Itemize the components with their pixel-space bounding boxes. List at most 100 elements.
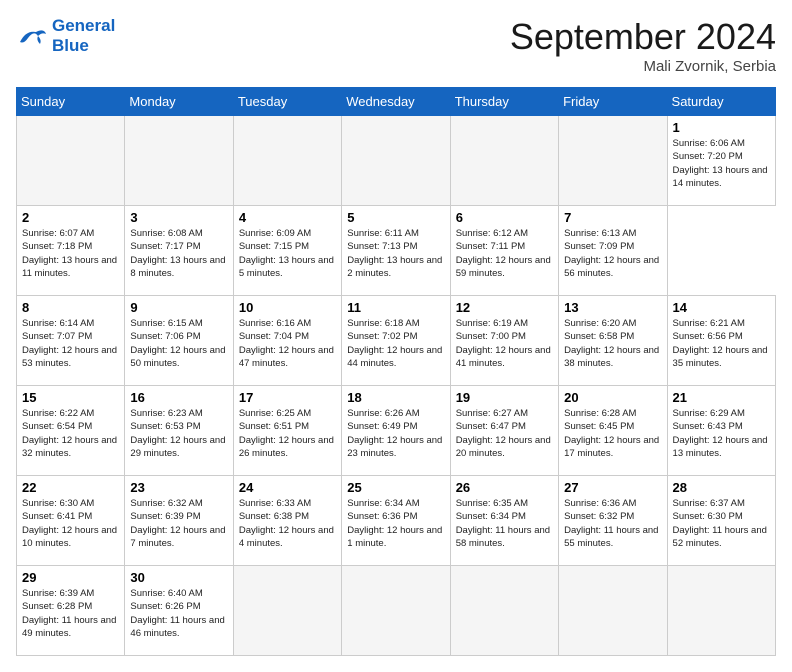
day-info: Sunrise: 6:20 AM Sunset: 6:58 PM Dayligh… [564, 317, 661, 370]
day-cell: 24 Sunrise: 6:33 AM Sunset: 6:38 PM Dayl… [233, 476, 341, 566]
day-cell [233, 566, 341, 656]
day-info: Sunrise: 6:25 AM Sunset: 6:51 PM Dayligh… [239, 407, 336, 460]
day-cell: 7 Sunrise: 6:13 AM Sunset: 7:09 PM Dayli… [559, 206, 667, 296]
day-info: Sunrise: 6:27 AM Sunset: 6:47 PM Dayligh… [456, 407, 553, 460]
day-number: 21 [673, 390, 770, 405]
empty-cell [17, 116, 125, 206]
week-row: 1 Sunrise: 6:06 AM Sunset: 7:20 PM Dayli… [17, 116, 776, 206]
week-row: 29 Sunrise: 6:39 AM Sunset: 6:28 PM Dayl… [17, 566, 776, 656]
day-info: Sunrise: 6:19 AM Sunset: 7:00 PM Dayligh… [456, 317, 553, 370]
weekday-header-row: SundayMondayTuesdayWednesdayThursdayFrid… [17, 88, 776, 116]
day-info: Sunrise: 6:32 AM Sunset: 6:39 PM Dayligh… [130, 497, 227, 550]
day-number: 7 [564, 210, 661, 225]
day-cell: 14 Sunrise: 6:21 AM Sunset: 6:56 PM Dayl… [667, 296, 775, 386]
day-info: Sunrise: 6:22 AM Sunset: 6:54 PM Dayligh… [22, 407, 119, 460]
day-info: Sunrise: 6:33 AM Sunset: 6:38 PM Dayligh… [239, 497, 336, 550]
day-number: 13 [564, 300, 661, 315]
logo-text: General Blue [52, 16, 115, 57]
day-cell: 27 Sunrise: 6:36 AM Sunset: 6:32 PM Dayl… [559, 476, 667, 566]
day-info: Sunrise: 6:37 AM Sunset: 6:30 PM Dayligh… [673, 497, 770, 550]
day-cell: 1 Sunrise: 6:06 AM Sunset: 7:20 PM Dayli… [667, 116, 775, 206]
day-info: Sunrise: 6:34 AM Sunset: 6:36 PM Dayligh… [347, 497, 444, 550]
month-title: September 2024 [510, 16, 776, 58]
day-number: 29 [22, 570, 119, 585]
day-number: 24 [239, 480, 336, 495]
day-cell: 20 Sunrise: 6:28 AM Sunset: 6:45 PM Dayl… [559, 386, 667, 476]
day-info: Sunrise: 6:14 AM Sunset: 7:07 PM Dayligh… [22, 317, 119, 370]
day-info: Sunrise: 6:18 AM Sunset: 7:02 PM Dayligh… [347, 317, 444, 370]
day-cell: 8 Sunrise: 6:14 AM Sunset: 7:07 PM Dayli… [17, 296, 125, 386]
day-number: 6 [456, 210, 553, 225]
day-cell: 9 Sunrise: 6:15 AM Sunset: 7:06 PM Dayli… [125, 296, 233, 386]
day-info: Sunrise: 6:16 AM Sunset: 7:04 PM Dayligh… [239, 317, 336, 370]
day-number: 10 [239, 300, 336, 315]
day-cell: 2 Sunrise: 6:07 AM Sunset: 7:18 PM Dayli… [17, 206, 125, 296]
day-cell: 30 Sunrise: 6:40 AM Sunset: 6:26 PM Dayl… [125, 566, 233, 656]
weekday-header: Saturday [667, 88, 775, 116]
day-cell: 21 Sunrise: 6:29 AM Sunset: 6:43 PM Dayl… [667, 386, 775, 476]
day-info: Sunrise: 6:40 AM Sunset: 6:26 PM Dayligh… [130, 587, 227, 640]
week-row: 15 Sunrise: 6:22 AM Sunset: 6:54 PM Dayl… [17, 386, 776, 476]
day-cell: 15 Sunrise: 6:22 AM Sunset: 6:54 PM Dayl… [17, 386, 125, 476]
weekday-header: Monday [125, 88, 233, 116]
day-number: 23 [130, 480, 227, 495]
day-number: 22 [22, 480, 119, 495]
day-cell: 26 Sunrise: 6:35 AM Sunset: 6:34 PM Dayl… [450, 476, 558, 566]
day-number: 17 [239, 390, 336, 405]
day-info: Sunrise: 6:35 AM Sunset: 6:34 PM Dayligh… [456, 497, 553, 550]
day-info: Sunrise: 6:12 AM Sunset: 7:11 PM Dayligh… [456, 227, 553, 280]
empty-cell [342, 116, 450, 206]
title-block: September 2024 Mali Zvornik, Serbia [510, 16, 776, 75]
day-number: 19 [456, 390, 553, 405]
day-number: 30 [130, 570, 227, 585]
day-number: 3 [130, 210, 227, 225]
day-cell: 25 Sunrise: 6:34 AM Sunset: 6:36 PM Dayl… [342, 476, 450, 566]
weekday-header: Wednesday [342, 88, 450, 116]
page-header: General Blue September 2024 Mali Zvornik… [16, 16, 776, 75]
day-cell [342, 566, 450, 656]
day-number: 11 [347, 300, 444, 315]
day-number: 16 [130, 390, 227, 405]
week-row: 22 Sunrise: 6:30 AM Sunset: 6:41 PM Dayl… [17, 476, 776, 566]
day-number: 5 [347, 210, 444, 225]
day-cell: 22 Sunrise: 6:30 AM Sunset: 6:41 PM Dayl… [17, 476, 125, 566]
logo-icon [16, 22, 48, 50]
day-number: 12 [456, 300, 553, 315]
day-number: 4 [239, 210, 336, 225]
day-cell: 5 Sunrise: 6:11 AM Sunset: 7:13 PM Dayli… [342, 206, 450, 296]
day-info: Sunrise: 6:28 AM Sunset: 6:45 PM Dayligh… [564, 407, 661, 460]
day-cell: 12 Sunrise: 6:19 AM Sunset: 7:00 PM Dayl… [450, 296, 558, 386]
day-info: Sunrise: 6:29 AM Sunset: 6:43 PM Dayligh… [673, 407, 770, 460]
day-number: 1 [673, 120, 770, 135]
day-info: Sunrise: 6:15 AM Sunset: 7:06 PM Dayligh… [130, 317, 227, 370]
day-info: Sunrise: 6:11 AM Sunset: 7:13 PM Dayligh… [347, 227, 444, 280]
day-number: 14 [673, 300, 770, 315]
day-cell: 3 Sunrise: 6:08 AM Sunset: 7:17 PM Dayli… [125, 206, 233, 296]
weekday-header: Friday [559, 88, 667, 116]
day-cell: 16 Sunrise: 6:23 AM Sunset: 6:53 PM Dayl… [125, 386, 233, 476]
weekday-header: Tuesday [233, 88, 341, 116]
day-number: 18 [347, 390, 444, 405]
day-number: 25 [347, 480, 444, 495]
day-info: Sunrise: 6:36 AM Sunset: 6:32 PM Dayligh… [564, 497, 661, 550]
day-number: 26 [456, 480, 553, 495]
location-subtitle: Mali Zvornik, Serbia [510, 58, 776, 75]
day-info: Sunrise: 6:23 AM Sunset: 6:53 PM Dayligh… [130, 407, 227, 460]
calendar-table: SundayMondayTuesdayWednesdayThursdayFrid… [16, 87, 776, 656]
logo: General Blue [16, 16, 115, 57]
empty-cell [559, 116, 667, 206]
day-info: Sunrise: 6:26 AM Sunset: 6:49 PM Dayligh… [347, 407, 444, 460]
empty-cell [450, 116, 558, 206]
day-number: 28 [673, 480, 770, 495]
day-cell: 13 Sunrise: 6:20 AM Sunset: 6:58 PM Dayl… [559, 296, 667, 386]
week-row: 2 Sunrise: 6:07 AM Sunset: 7:18 PM Dayli… [17, 206, 776, 296]
weekday-header: Sunday [17, 88, 125, 116]
day-cell: 28 Sunrise: 6:37 AM Sunset: 6:30 PM Dayl… [667, 476, 775, 566]
empty-cell [233, 116, 341, 206]
day-cell: 4 Sunrise: 6:09 AM Sunset: 7:15 PM Dayli… [233, 206, 341, 296]
day-cell [667, 566, 775, 656]
day-cell: 17 Sunrise: 6:25 AM Sunset: 6:51 PM Dayl… [233, 386, 341, 476]
day-cell [559, 566, 667, 656]
day-info: Sunrise: 6:21 AM Sunset: 6:56 PM Dayligh… [673, 317, 770, 370]
day-info: Sunrise: 6:13 AM Sunset: 7:09 PM Dayligh… [564, 227, 661, 280]
